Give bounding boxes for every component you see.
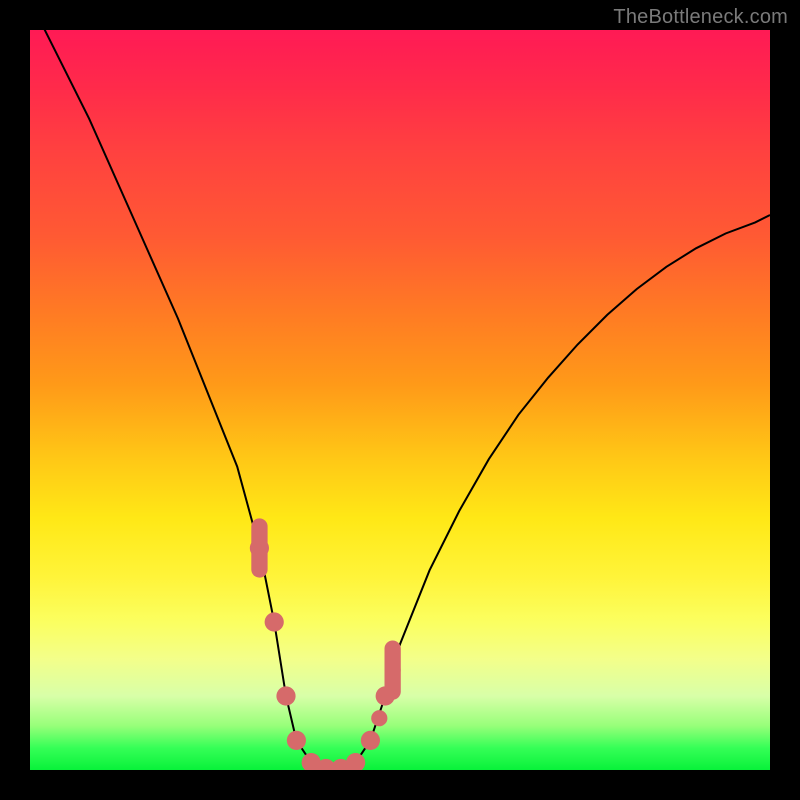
- marker-dot: [287, 731, 306, 750]
- marker-dot: [376, 686, 395, 705]
- marker-dot: [385, 662, 401, 678]
- marker-dot: [346, 753, 365, 770]
- marker-dot: [250, 538, 269, 557]
- marker-dot: [276, 686, 295, 705]
- marker-dot: [371, 710, 387, 726]
- chart-frame: TheBottleneck.com: [0, 0, 800, 800]
- marker-dot: [265, 612, 284, 631]
- plot-area: [30, 30, 770, 770]
- marker-group: [250, 518, 401, 770]
- watermark-text: TheBottleneck.com: [613, 6, 788, 29]
- marker-dot: [361, 731, 380, 750]
- chart-svg: [30, 30, 770, 770]
